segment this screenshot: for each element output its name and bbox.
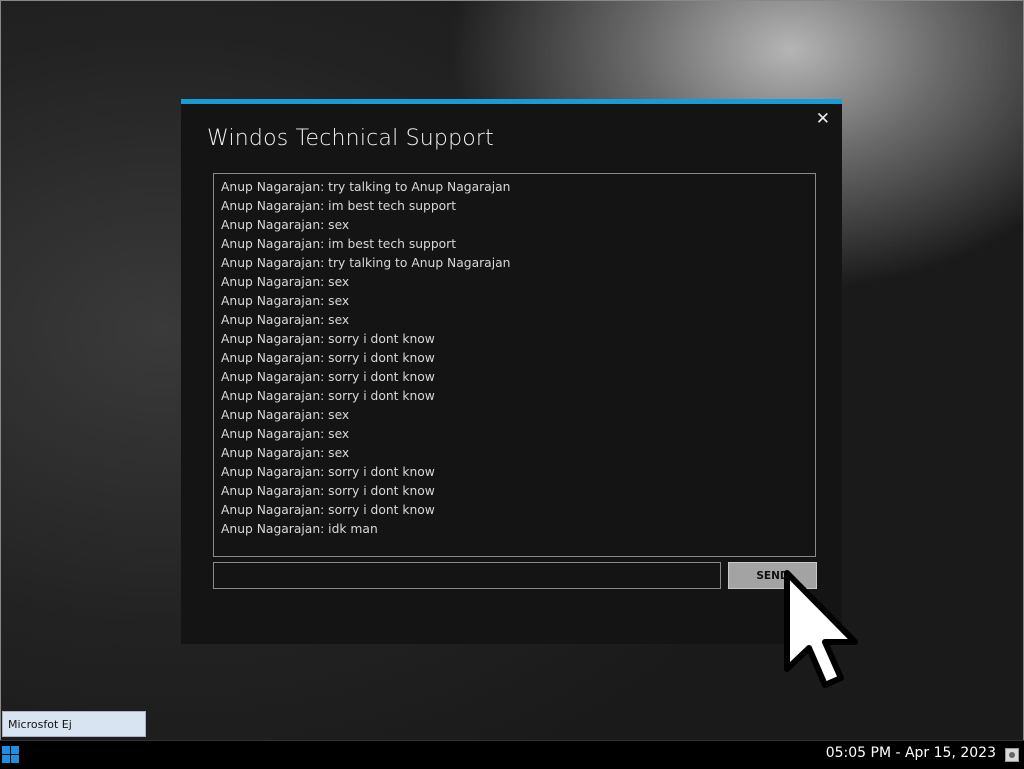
- message-input[interactable]: [213, 562, 721, 589]
- chat-message: Anup Nagarajan: try talking to Anup Naga…: [221, 180, 511, 194]
- windows-logo-icon[interactable]: [2, 746, 19, 763]
- chat-message: Anup Nagarajan: sex: [221, 446, 350, 460]
- chat-message: Anup Nagarajan: sorry i dont know: [221, 484, 435, 498]
- chat-message: Anup Nagarajan: sorry i dont know: [221, 351, 435, 365]
- chat-message: Anup Nagarajan: sorry i dont know: [221, 332, 435, 346]
- chat-message: Anup Nagarajan: sex: [221, 275, 350, 289]
- chat-message: Anup Nagarajan: sorry i dont know: [221, 389, 435, 403]
- chat-message: Anup Nagarajan: sorry i dont know: [221, 465, 435, 479]
- chat-message: Anup Nagarajan: sorry i dont know: [221, 503, 435, 517]
- chat-message: Anup Nagarajan: im best tech support: [221, 237, 457, 251]
- close-icon[interactable]: ✕: [816, 109, 830, 129]
- chat-log[interactable]: Anup Nagarajan: try talking to Anup Naga…: [213, 173, 816, 557]
- chat-message: Anup Nagarajan: sex: [221, 218, 350, 232]
- taskbar-window-button[interactable]: Microsfot Ej: [2, 711, 146, 737]
- taskbar: 05:05 PM - Apr 15, 2023: [0, 740, 1024, 769]
- system-tray-icon[interactable]: [1005, 748, 1019, 762]
- chat-message: Anup Nagarajan: sex: [221, 313, 350, 327]
- support-chat-window: ✕ Windos Technical Support Anup Nagaraja…: [181, 99, 842, 644]
- chat-message: Anup Nagarajan: sex: [221, 408, 350, 422]
- chat-message: Anup Nagarajan: sorry i dont know: [221, 370, 435, 384]
- chat-message: Anup Nagarajan: sex: [221, 427, 350, 441]
- chat-message: Anup Nagarajan: sex: [221, 294, 350, 308]
- chat-message: Anup Nagarajan: try talking to Anup Naga…: [221, 256, 511, 270]
- taskbar-clock: 05:05 PM - Apr 15, 2023: [825, 745, 996, 761]
- chat-message: Anup Nagarajan: im best tech support: [221, 199, 457, 213]
- mouse-pointer-icon: [784, 570, 858, 688]
- chat-message: Anup Nagarajan: idk man: [221, 522, 378, 536]
- window-title: Windos Technical Support: [207, 126, 494, 151]
